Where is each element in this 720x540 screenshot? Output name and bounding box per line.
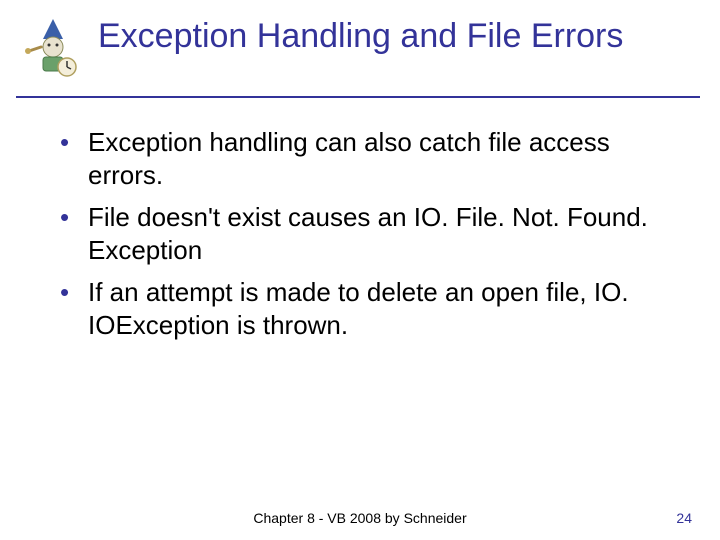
slide-title: Exception Handling and File Errors <box>90 14 623 57</box>
slide: Exception Handling and File Errors Excep… <box>0 0 720 540</box>
slide-header: Exception Handling and File Errors <box>0 0 720 92</box>
slide-body: Exception handling can also catch file a… <box>0 98 720 341</box>
page-number: 24 <box>676 510 692 526</box>
footer-text: Chapter 8 - VB 2008 by Schneider <box>253 510 466 526</box>
wizard-robot-clock-icon <box>16 14 90 84</box>
list-item: Exception handling can also catch file a… <box>60 126 680 191</box>
list-item: If an attempt is made to delete an open … <box>60 276 680 341</box>
list-item: File doesn't exist causes an IO. File. N… <box>60 201 680 266</box>
bullet-list: Exception handling can also catch file a… <box>60 126 680 341</box>
slide-footer: Chapter 8 - VB 2008 by Schneider 24 <box>0 510 720 526</box>
